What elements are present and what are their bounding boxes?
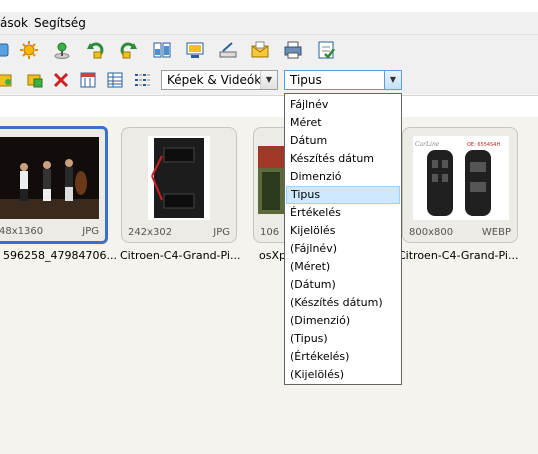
sort-option[interactable]: Dátum [286,132,400,150]
thumbnail-meta: 242x302 JPG [128,227,230,238]
sort-by-select[interactable]: Tipus ▼ [284,70,402,90]
slideshow-icon[interactable] [185,40,205,60]
brightness-sun-icon[interactable] [19,40,39,60]
thumbnail-card[interactable]: CarLine OE: 6554S4H 800x800 WEBP [402,127,518,243]
print-icon[interactable] [283,40,303,60]
thumbnail-caption[interactable]: 596258_47984706... [3,249,117,262]
partial-folder-icon[interactable] [0,71,13,89]
thumbnail-meta: 800x800 WEBP [409,227,511,238]
thumbnail-type: JPG [213,227,230,238]
menu-item-settings[interactable]: ások [0,16,28,30]
scan-icon[interactable] [218,40,238,60]
thumbnail-caption[interactable]: Citroen-C4-Grand-Pi... [398,249,518,262]
sort-option[interactable]: Kijelölés [286,222,400,240]
thumbnail-caption[interactable]: Citroen-C4-Grand-Pi... [120,249,240,262]
sort-option[interactable]: Fájlnév [286,96,400,114]
compare-icon[interactable] [152,40,172,60]
rotate-right-icon[interactable] [118,40,138,60]
chevron-down-icon[interactable]: ▼ [260,71,277,89]
thumbnail-type: JPG [82,226,99,237]
user-pin-icon[interactable] [52,40,72,60]
thumbnail-image: CarLine OE: 6554S4H [413,136,509,220]
checklist-icon[interactable] [316,40,336,60]
thumbnail-image [258,146,286,214]
media-filter-value: Képek & Videók [167,73,262,87]
rotate-left-icon[interactable] [86,40,106,60]
list-view-icon[interactable] [133,71,151,89]
sort-option[interactable]: (Tipus) [286,330,400,348]
thumbnail-caption[interactable]: osXp [259,249,286,262]
sort-option[interactable]: Készítés dátum [286,150,400,168]
thumbnail-dimensions: 242x302 [128,227,173,238]
brand-logo: CarLine [415,141,440,148]
sort-option[interactable]: (Értékelés) [286,348,400,366]
sort-option[interactable]: Dimenzió [286,168,400,186]
thumbnail-dimensions: 106 [260,227,280,238]
detail-view-icon[interactable] [106,71,124,89]
delete-icon[interactable] [52,71,70,89]
menu-item-help[interactable]: Segítség [34,16,86,30]
path-bar[interactable] [0,95,538,118]
product-code: OE: 6554S4H [467,142,500,148]
thumbnail-type: WEBP [481,227,511,238]
thumbnail-meta: 48x1360 JPG [0,226,99,237]
top-strip [0,0,538,12]
thumbnail-image [148,136,210,220]
sort-option[interactable]: (Dimenzió) [286,312,400,330]
sort-option[interactable]: (Fájlnév) [286,240,400,258]
sort-option[interactable]: Tipus [286,186,400,204]
thumbnail-card[interactable]: 48x1360 JPG [0,126,108,244]
sort-option[interactable]: (Méret) [286,258,400,276]
copy-to-icon[interactable] [26,71,44,89]
sort-option[interactable]: (Kijelölés) [286,366,400,384]
sort-option[interactable]: Méret [286,114,400,132]
chevron-down-icon[interactable]: ▼ [384,71,401,89]
sort-by-dropdown-list: Fájlnév Méret Dátum Készítés dátum Dimenzió T… [284,93,402,385]
thumbnail-image [0,137,99,219]
thumbnail-card[interactable]: 242x302 JPG [121,127,237,243]
media-filter-select[interactable]: Képek & Videók ▼ [161,70,278,90]
thumbnail-dimensions: 800x800 [409,227,454,238]
thumbnail-view-icon[interactable] [79,71,97,89]
sort-option[interactable]: Értékelés [286,204,400,222]
sort-by-value: Tipus [290,73,322,87]
email-icon[interactable] [250,40,270,60]
thumbnail-dimensions: 48x1360 [0,226,44,237]
sort-option[interactable]: (Készítés dátum) [286,294,400,312]
partial-tool-icon[interactable] [0,40,11,60]
sort-option[interactable]: (Dátum) [286,276,400,294]
